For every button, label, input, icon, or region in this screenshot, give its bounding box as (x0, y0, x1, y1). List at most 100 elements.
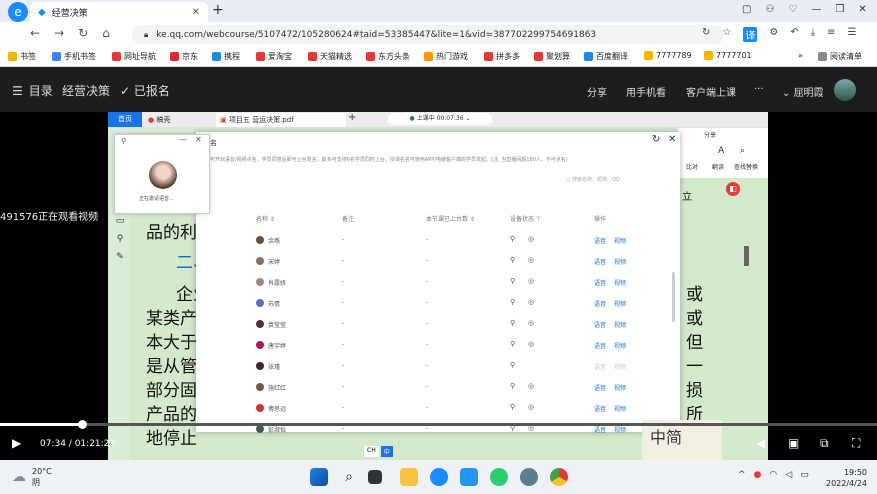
browser-tab-bar: e ◆ 经营决策 ✕ + ▢ ⚇ ♡ — ❐ ✕ (0, 0, 877, 22)
maximize-icon[interactable]: ❐ (835, 4, 844, 15)
chevron-up-icon[interactable]: ^ (738, 470, 746, 480)
bookmark-folder[interactable]: 7777789 (644, 51, 692, 60)
close-window-icon[interactable]: ✕ (858, 4, 866, 15)
reading-list[interactable]: 阅读清单 (818, 51, 862, 62)
back-icon[interactable]: ← (30, 26, 40, 40)
list-icon[interactable]: ≡ (827, 27, 835, 42)
bookmark-item[interactable]: 爱淘宝 (256, 51, 292, 62)
bookmark-item[interactable]: 书签 (8, 51, 36, 62)
close-tab-icon[interactable]: ✕ (192, 7, 200, 18)
puzzle-icon[interactable]: ⚙ (769, 27, 778, 42)
bookmark-item[interactable]: 拼多多 (484, 51, 520, 62)
start-icon[interactable] (310, 468, 328, 486)
count-cell: - (426, 341, 429, 348)
pip-icon[interactable]: ▣ (788, 436, 799, 450)
camera-status-icon: ◎ (528, 277, 535, 285)
progress-track[interactable] (0, 420, 877, 429)
tab-active[interactable]: ◆ 经营决策 ✕ (30, 2, 208, 22)
student-name: 余燕 (268, 238, 281, 245)
minimize-icon[interactable]: — (811, 4, 821, 15)
file-explorer-icon[interactable] (400, 468, 418, 486)
search-icon[interactable]: ⌕ (340, 468, 358, 486)
battery-icon[interactable]: ▭ (800, 470, 809, 480)
app-icon[interactable] (520, 468, 538, 486)
store-icon[interactable] (460, 468, 478, 486)
mobile-watch-button[interactable]: 用手机看 (626, 84, 666, 99)
wechat-icon[interactable] (490, 468, 508, 486)
more-button[interactable]: ··· (754, 84, 764, 95)
wifi-icon[interactable]: ◠ (769, 470, 777, 480)
mic-status-icon: ⚲ (510, 277, 516, 285)
favorites-icon[interactable]: ♡ (788, 4, 797, 15)
bookmark-item[interactable]: 热门游戏 (424, 51, 468, 62)
mic-status-icon: ⚲ (510, 361, 516, 369)
star-icon[interactable]: ☆ (722, 27, 731, 42)
avatar[interactable] (834, 79, 856, 101)
url-field[interactable]: 🔒︎ ke.qq.com/webcourse/5107472/105280624… (132, 25, 724, 44)
chrome-icon[interactable] (550, 468, 568, 486)
new-tab-icon[interactable]: + (212, 2, 224, 18)
url-text: ke.qq.com/webcourse/5107472/105280624#ta… (156, 29, 597, 40)
remark-cell: - (342, 299, 345, 306)
bookmark-item[interactable]: 手机书签 (52, 51, 96, 62)
student-avatar (256, 236, 264, 244)
play-button[interactable]: ▶ (12, 436, 21, 450)
student-row: 宋婷 - - ⚲ ◎ 语音 视频 (196, 253, 680, 274)
sidebar-toggle-icon[interactable]: ▢ (742, 4, 751, 15)
refresh-icon[interactable]: ↻ (702, 27, 710, 42)
bookmark-item[interactable]: 天猫精选 (308, 51, 352, 62)
progress-fill (0, 423, 82, 426)
fullscreen-icon[interactable]: ⛶ (852, 436, 860, 451)
bookmark-folder[interactable]: 7777701 (704, 51, 752, 60)
col-header: 名称 ⇕ (256, 216, 275, 223)
user-menu[interactable]: ⌄ 屈明霞 (782, 84, 824, 99)
bookmark-item[interactable]: 聚划算 (534, 51, 570, 62)
bookmark-item[interactable]: 东方头条 (366, 51, 410, 62)
download-icon[interactable]: ⤓ (811, 27, 815, 42)
browser-taskbar-icon[interactable] (430, 468, 448, 486)
count-cell: - (426, 362, 429, 369)
share-button[interactable]: 分享 (587, 84, 607, 99)
share-label: 分享 (704, 132, 717, 139)
app-tab-draft: ● 稿壳 (148, 116, 171, 124)
doc-line: 或 (686, 285, 703, 305)
system-tray[interactable]: ^ ● ◠ ◁ ▭ (738, 470, 809, 480)
forward-icon[interactable]: → (54, 26, 64, 40)
extensions-icon[interactable]: ⚇ (765, 4, 774, 15)
scroll-indicator (744, 246, 749, 266)
catalog-link[interactable]: 目录 (29, 82, 53, 99)
bookmark-item[interactable]: 携程 (212, 51, 240, 62)
course-header: ☰ 目录 经营决策 ✓ 已报名 分享 用手机看 客户端上课 ··· ⌄ 屈明霞 (0, 67, 877, 112)
clock[interactable]: 19:50 2022/4/24 (826, 467, 867, 489)
progress-handle[interactable] (77, 420, 87, 429)
student-avatar (256, 362, 264, 370)
mic-status-icon: ⚲ (510, 298, 516, 306)
bookmark-item[interactable]: 京东 (170, 51, 198, 62)
web-fullscreen-icon[interactable]: ⧉ (820, 436, 829, 451)
client-button[interactable]: 客户端上课 (686, 84, 736, 99)
bookmark-item[interactable]: 百度翻译 (584, 51, 628, 62)
tray-app-icon[interactable]: ● (754, 470, 762, 480)
reload-icon[interactable]: ↻ (78, 26, 88, 40)
video-button: 视频 (614, 280, 627, 287)
undo-icon[interactable]: ↶ (790, 27, 798, 42)
remark-cell: - (342, 383, 345, 390)
home-icon[interactable]: ⌂ (102, 26, 110, 40)
more-bookmarks[interactable]: » (798, 51, 803, 60)
translate-icon[interactable]: 译 (743, 27, 758, 42)
student-row: 苏倩 - - ⚲ ◎ 语音 视频 (196, 295, 680, 316)
panel-scrollbar (672, 272, 675, 322)
remark-cell: - (342, 404, 345, 411)
browser-logo-icon[interactable]: e (8, 2, 28, 22)
compare-tool: 比对 (686, 164, 699, 171)
menu-icon[interactable]: ☰ (12, 84, 23, 98)
task-view-icon[interactable] (368, 470, 382, 484)
menu-icon[interactable]: ☰ (848, 27, 857, 42)
video-player[interactable]: 491576正在观看视频 首页 ● 稿壳 ▣ 项目五 营运决策.pdf + ● … (0, 112, 877, 460)
student-name: 袁莹莹 (268, 322, 287, 329)
weather-widget[interactable]: ☁ 20°C 阴 (12, 466, 52, 488)
speaker-icon[interactable]: ◁ (785, 470, 792, 480)
bookmark-item[interactable]: 网址导航 (112, 51, 156, 62)
right-toolbar: 分享 比对 翻读 查找替换 A ⌕ (678, 128, 768, 178)
volume-icon[interactable]: ◀ (756, 436, 765, 450)
